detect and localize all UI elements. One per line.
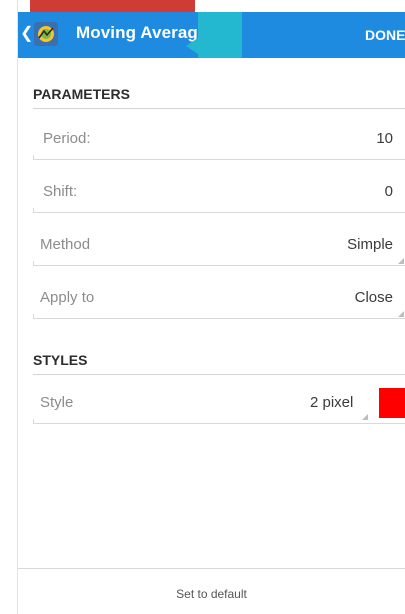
shift-label: Shift: (43, 183, 78, 200)
highlight-marker-notch (186, 38, 198, 54)
period-row[interactable]: Period: 10 (33, 120, 405, 160)
field-underline-tick (33, 208, 34, 213)
period-value[interactable]: 10 (376, 130, 393, 147)
chevron-left-icon[interactable]: ❮ (20, 25, 33, 43)
method-row[interactable]: Method Simple (33, 226, 405, 266)
field-underline (33, 212, 405, 213)
field-underline (33, 265, 405, 266)
status-strip (30, 0, 195, 12)
field-underline (33, 159, 405, 160)
style-label: Style (40, 394, 74, 411)
done-button[interactable]: DONE (365, 12, 405, 58)
field-underline-tick (33, 419, 34, 424)
method-value[interactable]: Simple (347, 236, 393, 253)
parameters-divider (33, 108, 405, 109)
shift-value[interactable]: 0 (385, 183, 393, 200)
field-underline-tick (33, 261, 34, 266)
dropdown-arrow-icon (398, 311, 404, 317)
line-width-value[interactable]: 2 pixel (310, 394, 353, 411)
parameters-header: PARAMETERS (33, 86, 130, 102)
line-color-swatch[interactable] (379, 388, 405, 418)
left-gutter (0, 0, 18, 614)
metatrader-app-icon[interactable] (34, 22, 58, 46)
styles-header: STYLES (33, 352, 88, 368)
field-underline (33, 318, 405, 319)
styles-divider (33, 374, 405, 375)
dropdown-arrow-icon (398, 258, 404, 264)
field-underline-tick (33, 155, 34, 160)
field-underline (33, 423, 405, 424)
apply-to-value[interactable]: Close (355, 289, 393, 306)
style-row[interactable]: Style 2 pixel (33, 384, 405, 424)
set-to-default-button[interactable]: Set to default (18, 568, 405, 614)
period-label: Period: (43, 130, 91, 147)
method-label: Method (40, 236, 91, 253)
indicator-settings-screen: ❮ Moving Average DONE PARAMETERS Period:… (0, 0, 405, 614)
highlight-marker (198, 12, 242, 58)
field-underline-tick (33, 314, 34, 319)
shift-row[interactable]: Shift: 0 (33, 173, 405, 213)
apply-to-row[interactable]: Apply to Close (33, 279, 405, 319)
apply-to-label: Apply to (40, 289, 95, 306)
dropdown-arrow-icon (362, 414, 368, 420)
